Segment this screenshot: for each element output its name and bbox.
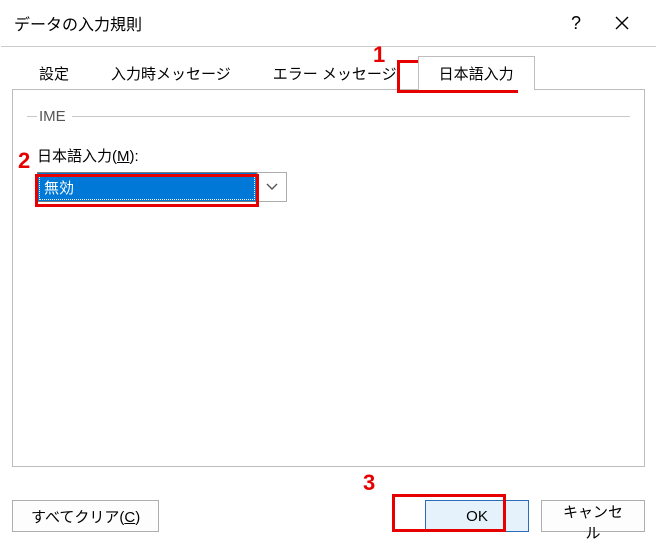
titlebar: データの入力規則 ?: [0, 0, 657, 46]
tab-error-message[interactable]: エラー メッセージ: [252, 56, 418, 90]
tab-strip: 設定 入力時メッセージ エラー メッセージ 日本語入力: [12, 55, 645, 89]
help-icon: ?: [571, 13, 581, 34]
ime-mode-select[interactable]: 無効: [37, 172, 287, 202]
ime-mode-label: 日本語入力(M):: [37, 145, 620, 166]
cancel-button[interactable]: キャンセル: [541, 500, 645, 532]
close-icon: [615, 16, 629, 30]
help-button[interactable]: ?: [553, 0, 599, 46]
tab-input-message[interactable]: 入力時メッセージ: [90, 56, 252, 90]
ime-mode-value: 無効: [37, 172, 257, 202]
close-button[interactable]: [599, 0, 645, 46]
dialog-body: 設定 入力時メッセージ エラー メッセージ 日本語入力 IME 日本語入力(M)…: [0, 47, 657, 479]
clear-all-button[interactable]: すべてクリア(C): [12, 500, 159, 532]
window-title: データの入力規則: [14, 11, 553, 35]
tab-ime[interactable]: 日本語入力: [418, 56, 535, 90]
ok-button[interactable]: OK: [425, 500, 529, 532]
ime-mode-dropdown-button[interactable]: [257, 172, 287, 202]
ime-group-label: IME: [37, 108, 72, 125]
tab-panel-ime: IME 日本語入力(M): 無効: [12, 89, 645, 467]
dialog-footer: すべてクリア(C) OK キャンセル: [12, 500, 645, 532]
chevron-down-icon: [266, 183, 278, 191]
tab-settings[interactable]: 設定: [18, 56, 90, 90]
ime-group: IME 日本語入力(M): 無効: [27, 108, 630, 212]
